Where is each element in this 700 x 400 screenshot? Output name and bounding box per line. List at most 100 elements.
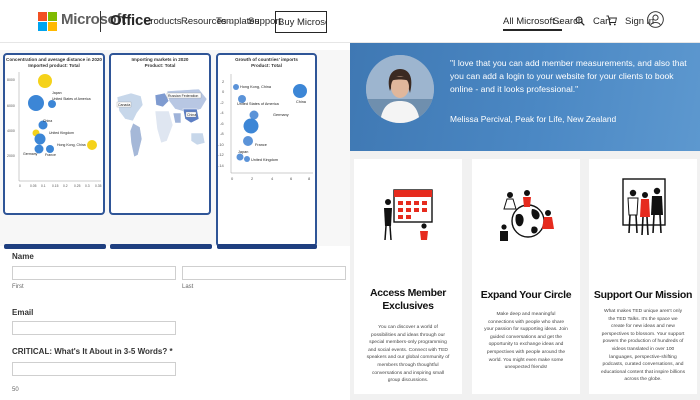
growth-label: Japan — [238, 150, 248, 154]
growth-label: United Kingdom — [251, 158, 278, 162]
testimonial-banner: "I love that you can add member measurem… — [350, 43, 700, 151]
x-tick: 0.05 — [30, 184, 37, 188]
y-tick: -2 — [220, 100, 224, 105]
growth-label: Hong Kong, China — [240, 85, 272, 89]
bubble-label: France — [45, 153, 56, 157]
cart-icon[interactable] — [606, 15, 617, 26]
header-divider — [100, 11, 101, 32]
microsoft-header: Microsoft Office Products ⌵ Resources ⌵ … — [0, 0, 700, 43]
growth-point[interactable] — [243, 136, 253, 146]
testimonial-avatar — [366, 55, 434, 123]
import-map-card[interactable]: Importing markets in 2020 Product: Total … — [109, 53, 211, 215]
growth-chart-plot: 2 0 -2 -4 -6 -8 -10 -12 -14 0 2 4 6 8 Ho… — [218, 74, 313, 181]
card-title: Expand Your Circle — [480, 289, 572, 301]
y-tick: -6 — [220, 121, 224, 126]
x-tick: 0 — [19, 184, 21, 188]
map-south-america[interactable] — [129, 122, 143, 158]
growth-chart-title: Growth of countries' imports Product: Tot… — [235, 57, 298, 68]
growth-point[interactable] — [236, 153, 244, 161]
growth-label: China — [296, 100, 307, 104]
bubble-chart-title: Concentration and average distance in 20… — [6, 57, 102, 68]
x-tick: 2 — [251, 176, 254, 181]
map-title: Importing markets in 2020 Product: Total — [131, 57, 189, 68]
growth-chart-card[interactable]: Growth of countries' imports Product: Tot… — [216, 53, 317, 247]
y-tick: 6000 — [7, 104, 15, 108]
character-counter: 50 — [12, 387, 19, 393]
search-icon[interactable] — [575, 16, 585, 26]
bubble-label: China — [43, 119, 52, 123]
growth-point[interactable] — [233, 84, 239, 90]
card-description: You can discover a world of possibilitie… — [366, 325, 450, 384]
testimonial-quote: "I love that you can add member measurem… — [450, 58, 687, 94]
x-tick: 0.3 — [85, 184, 90, 188]
bubble-chart-plot: 8000 6000 4000 2000 0 0.05 0.1 0.15 0.2 … — [7, 72, 102, 188]
y-tick: -14 — [218, 163, 225, 168]
growth-point[interactable] — [249, 110, 259, 120]
bubble-france[interactable] — [46, 145, 54, 153]
y-tick: -8 — [220, 131, 224, 136]
y-tick: 2000 — [7, 154, 15, 158]
chart-footer-bar — [110, 244, 212, 249]
bubble-hong-kong[interactable] — [87, 140, 97, 150]
bubble-japan[interactable] — [38, 74, 52, 88]
growth-point[interactable] — [293, 84, 307, 98]
x-tick: 0.15 — [52, 184, 59, 188]
bubble-point[interactable] — [48, 100, 56, 108]
y-tick: 0 — [222, 89, 225, 94]
bubble-label: Germany — [23, 152, 38, 156]
map-india[interactable] — [172, 112, 182, 124]
critical-input[interactable] — [12, 362, 176, 376]
chart-footer-bar — [4, 244, 106, 249]
testimonial-author: Melissa Percival, Peak for Life, New Zea… — [450, 114, 617, 124]
growth-point[interactable] — [244, 156, 250, 162]
map-label: Russian Federation — [168, 94, 198, 98]
first-name-input[interactable] — [12, 266, 176, 280]
bubble-label: Japan — [52, 91, 62, 95]
growth-label: France — [255, 143, 267, 147]
trade-charts-panel: Concentration and average distance in 20… — [0, 50, 350, 247]
last-sublabel: Last — [182, 284, 194, 290]
card-description: What makes TED unique aren't only the TE… — [601, 309, 686, 383]
growth-label: United States of America — [237, 102, 280, 106]
map-label: Canada — [118, 103, 130, 107]
chart-footer-bar — [217, 244, 317, 249]
y-tick: 8000 — [7, 78, 15, 82]
card-access-member-exclusives[interactable]: Access Member Exclusives You can discove… — [354, 159, 462, 394]
bubble-label: Hong Kong, China — [57, 143, 86, 147]
card-description: Make deep and meaningful connections wit… — [484, 312, 568, 371]
map-label: China — [187, 113, 196, 117]
x-tick: 0 — [231, 176, 234, 181]
calendar-people-illustration-icon — [384, 189, 433, 241]
map-australia[interactable] — [190, 132, 206, 146]
y-tick: -4 — [220, 110, 224, 115]
critical-label: CRITICAL: What's It About in 3-5 Words? … — [12, 347, 173, 356]
buy-microsoft-365-button[interactable]: Buy Microsoft 365 — [275, 11, 327, 33]
x-tick: 0.35 — [95, 184, 102, 188]
bubble-uk[interactable] — [34, 133, 46, 145]
globe-people-illustration-icon — [500, 190, 554, 241]
bubble-usa[interactable] — [28, 95, 44, 111]
y-tick: -10 — [218, 142, 225, 147]
screenshot-root: Microsoft Office Products ⌵ Resources ⌵ … — [0, 0, 700, 400]
microsoft-logo-icon[interactable] — [38, 12, 57, 31]
y-tick: -12 — [218, 152, 225, 157]
x-tick: 0.25 — [74, 184, 81, 188]
portrait-people-illustration-icon — [622, 178, 666, 236]
card-expand-your-circle[interactable]: Expand Your Circle Make deep and meaning… — [472, 159, 580, 394]
x-tick: 0.1 — [41, 184, 46, 188]
card-title: Support Our Mission — [593, 289, 693, 301]
bubble-label: United Kingdom — [49, 131, 74, 135]
bubble-chart-card[interactable]: Concentration and average distance in 20… — [3, 53, 105, 215]
email-input[interactable] — [12, 321, 176, 335]
world-map-plot: Canada Russian Federation China — [116, 88, 208, 158]
account-icon[interactable] — [647, 11, 664, 28]
y-tick: 2 — [222, 79, 225, 84]
last-name-input[interactable] — [182, 266, 346, 280]
x-tick: 4 — [271, 176, 274, 181]
growth-point[interactable] — [243, 118, 259, 134]
card-support-our-mission[interactable]: Support Our Mission What makes TED uniqu… — [589, 159, 697, 394]
y-tick: 4000 — [7, 129, 15, 133]
growth-label: Germany — [273, 113, 289, 117]
email-label: Email — [12, 308, 34, 317]
map-africa[interactable] — [154, 110, 174, 144]
